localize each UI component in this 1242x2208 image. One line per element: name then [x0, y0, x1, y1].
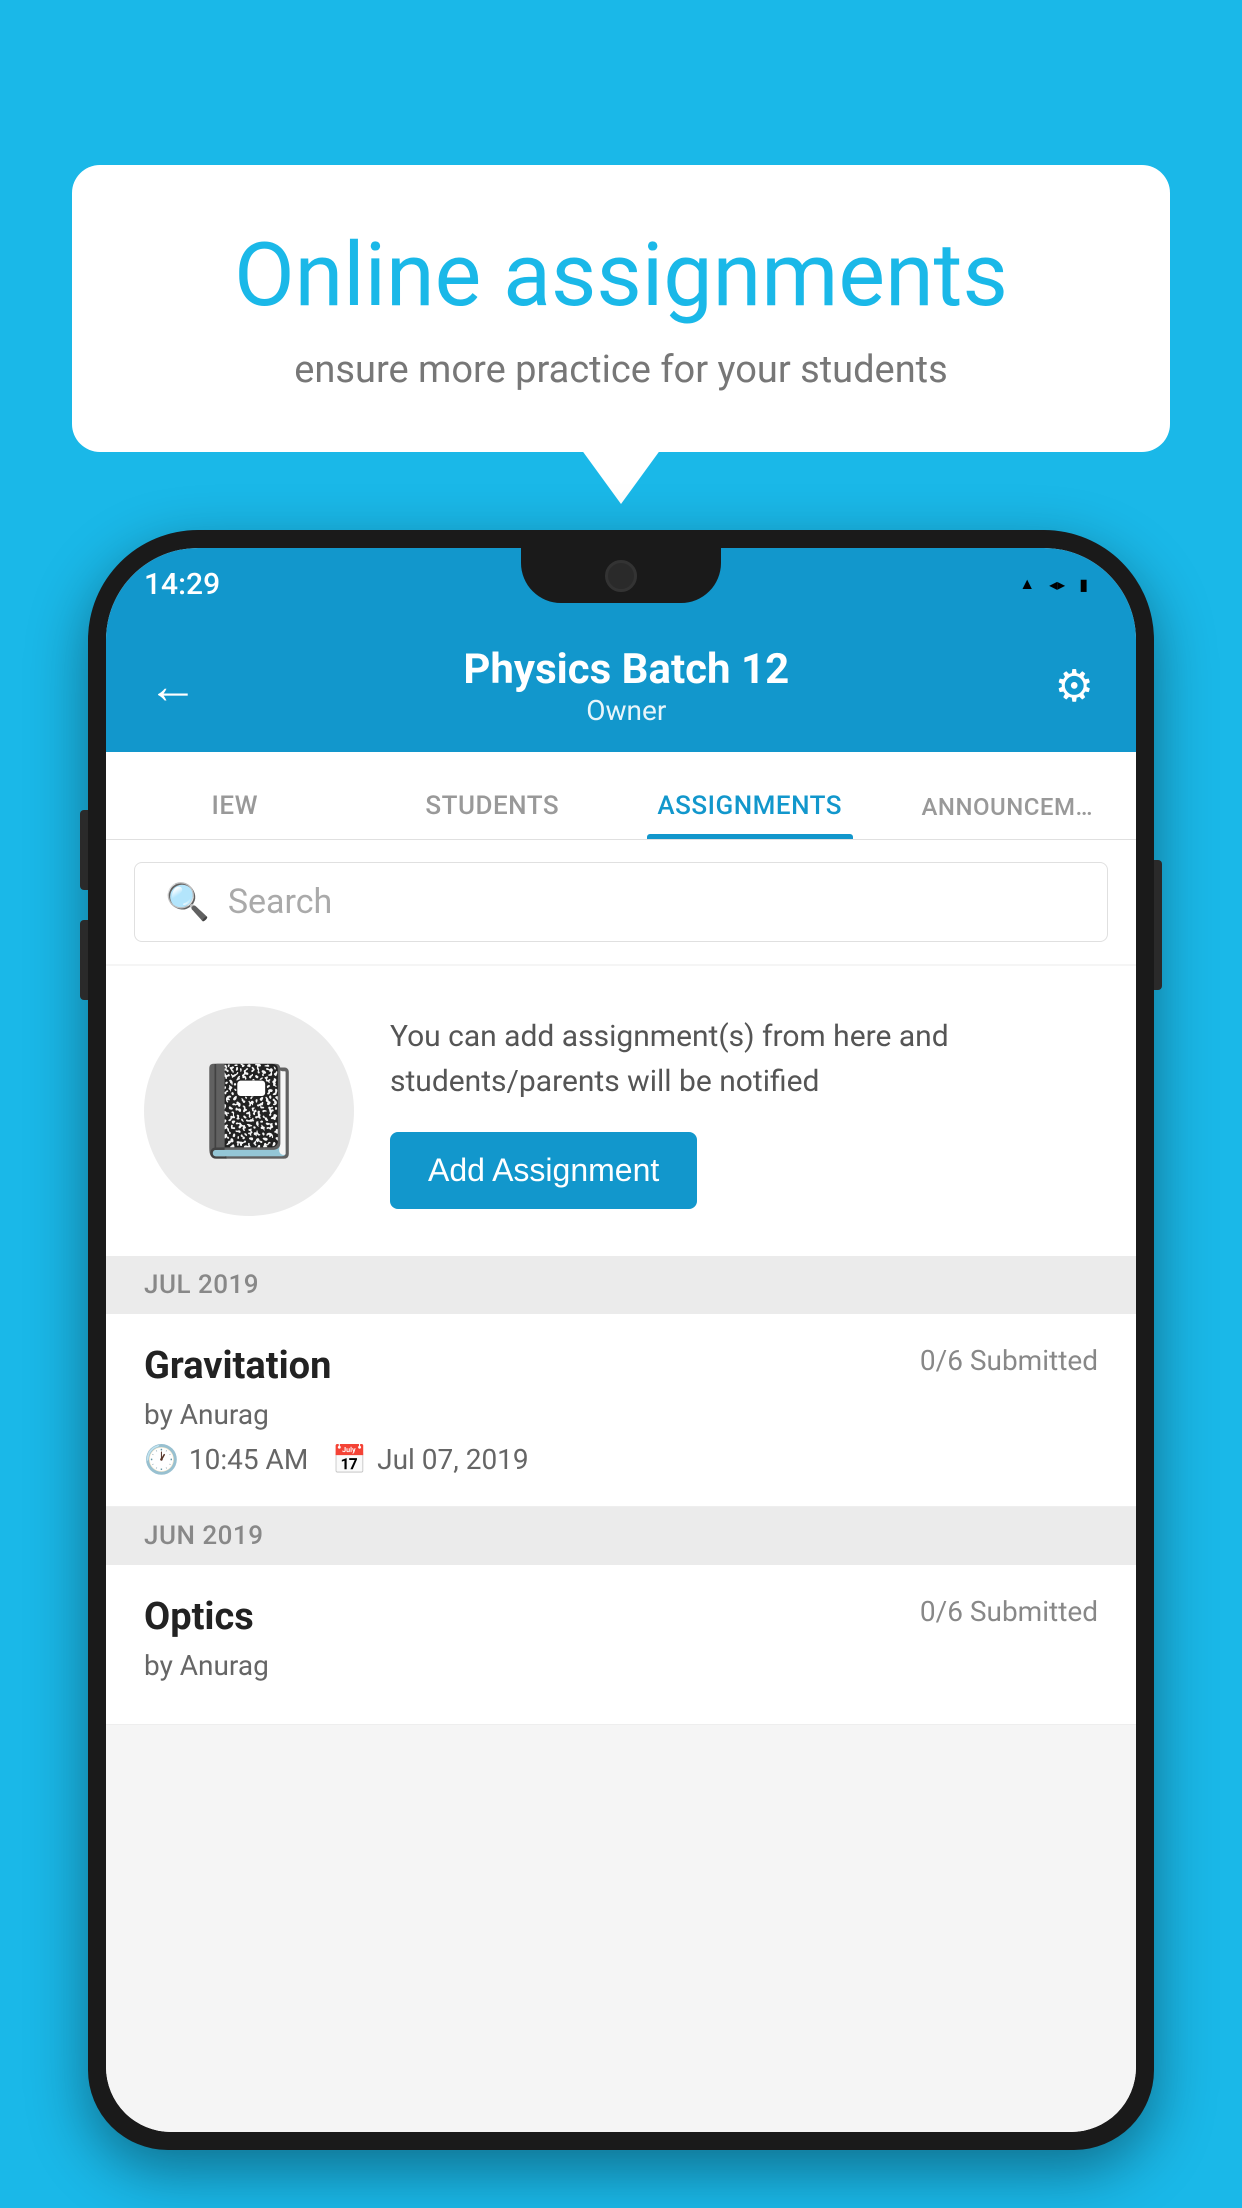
promo-section: 📓 You can add assignment(s) from here an…: [106, 966, 1136, 1256]
phone-outer: 14:29 ▲ ◂▸ ▮ ← Physics Batch 12 Owner ⚙ …: [88, 530, 1154, 2150]
assignment-datetime-gravitation: 🕐 10:45 AM 📅 Jul 07, 2019: [144, 1443, 1098, 1476]
speech-bubble: Online assignments ensure more practice …: [72, 165, 1170, 452]
assignment-name-optics: Optics: [144, 1595, 254, 1639]
phone-notch: [521, 548, 721, 603]
tabs-bar: IEW STUDENTS ASSIGNMENTS ANNOUNCEM…: [106, 752, 1136, 840]
tab-announcements[interactable]: ANNOUNCEM…: [879, 793, 1137, 839]
month-divider-jul: JUL 2019: [106, 1256, 1136, 1314]
month-divider-jun: JUN 2019: [106, 1507, 1136, 1565]
promo-text: You can add assignment(s) from here and …: [390, 1014, 1098, 1104]
status-icons: ▲ ◂▸ ▮: [1019, 574, 1088, 594]
content-area: 🔍 Search 📓 You can add assignment(s) fro…: [106, 840, 1136, 2132]
tab-iew[interactable]: IEW: [106, 791, 364, 839]
power-button: [1154, 860, 1162, 990]
assignment-time-gravitation: 10:45 AM: [189, 1443, 308, 1476]
date-info: 📅 Jul 07, 2019: [332, 1443, 528, 1476]
volume-down-button: [80, 920, 88, 1000]
promo-content: You can add assignment(s) from here and …: [390, 1014, 1098, 1209]
tab-students[interactable]: STUDENTS: [364, 791, 622, 839]
assignment-date-gravitation: Jul 07, 2019: [377, 1443, 529, 1476]
assignment-submitted-optics: 0/6 Submitted: [920, 1595, 1098, 1628]
phone-wrapper: 14:29 ▲ ◂▸ ▮ ← Physics Batch 12 Owner ⚙ …: [88, 530, 1154, 2208]
assignment-author-optics: by Anurag: [144, 1649, 1098, 1682]
front-camera: [605, 560, 637, 592]
promo-icon-circle: 📓: [144, 1006, 354, 1216]
search-placeholder: Search: [228, 882, 332, 922]
phone-screen: 14:29 ▲ ◂▸ ▮ ← Physics Batch 12 Owner ⚙ …: [106, 548, 1136, 2132]
time-info: 🕐 10:45 AM: [144, 1443, 308, 1476]
search-bar[interactable]: 🔍 Search: [134, 862, 1108, 942]
bubble-title: Online assignments: [142, 225, 1100, 326]
add-assignment-button[interactable]: Add Assignment: [390, 1132, 697, 1209]
signal-icon: ◂▸: [1049, 575, 1065, 594]
search-section: 🔍 Search: [106, 840, 1136, 964]
clock-icon: 🕐: [144, 1443, 179, 1476]
speech-bubble-container: Online assignments ensure more practice …: [72, 165, 1170, 452]
header-subtitle: Owner: [463, 694, 789, 727]
bubble-subtitle: ensure more practice for your students: [142, 348, 1100, 392]
app-header: ← Physics Batch 12 Owner ⚙: [106, 620, 1136, 752]
assignment-row-optics: Optics 0/6 Submitted: [144, 1595, 1098, 1639]
assignment-submitted-gravitation: 0/6 Submitted: [920, 1344, 1098, 1377]
back-button[interactable]: ←: [148, 657, 198, 716]
battery-icon: ▮: [1079, 575, 1088, 594]
volume-up-button: [80, 810, 88, 890]
tab-assignments[interactable]: ASSIGNMENTS: [621, 791, 879, 839]
assignment-name-gravitation: Gravitation: [144, 1344, 331, 1388]
wifi-icon: ▲: [1019, 574, 1035, 594]
settings-button[interactable]: ⚙: [1055, 660, 1094, 712]
notebook-icon: 📓: [193, 1059, 305, 1164]
assignment-row: Gravitation 0/6 Submitted: [144, 1344, 1098, 1388]
assignment-item-optics[interactable]: Optics 0/6 Submitted by Anurag: [106, 1565, 1136, 1725]
status-time: 14:29: [144, 567, 220, 602]
search-icon: 🔍: [165, 881, 210, 923]
header-title: Physics Batch 12: [463, 645, 789, 694]
calendar-icon: 📅: [332, 1443, 367, 1476]
assignment-author-gravitation: by Anurag: [144, 1398, 1098, 1431]
assignment-item-gravitation[interactable]: Gravitation 0/6 Submitted by Anurag 🕐 10…: [106, 1314, 1136, 1507]
header-center: Physics Batch 12 Owner: [463, 645, 789, 727]
